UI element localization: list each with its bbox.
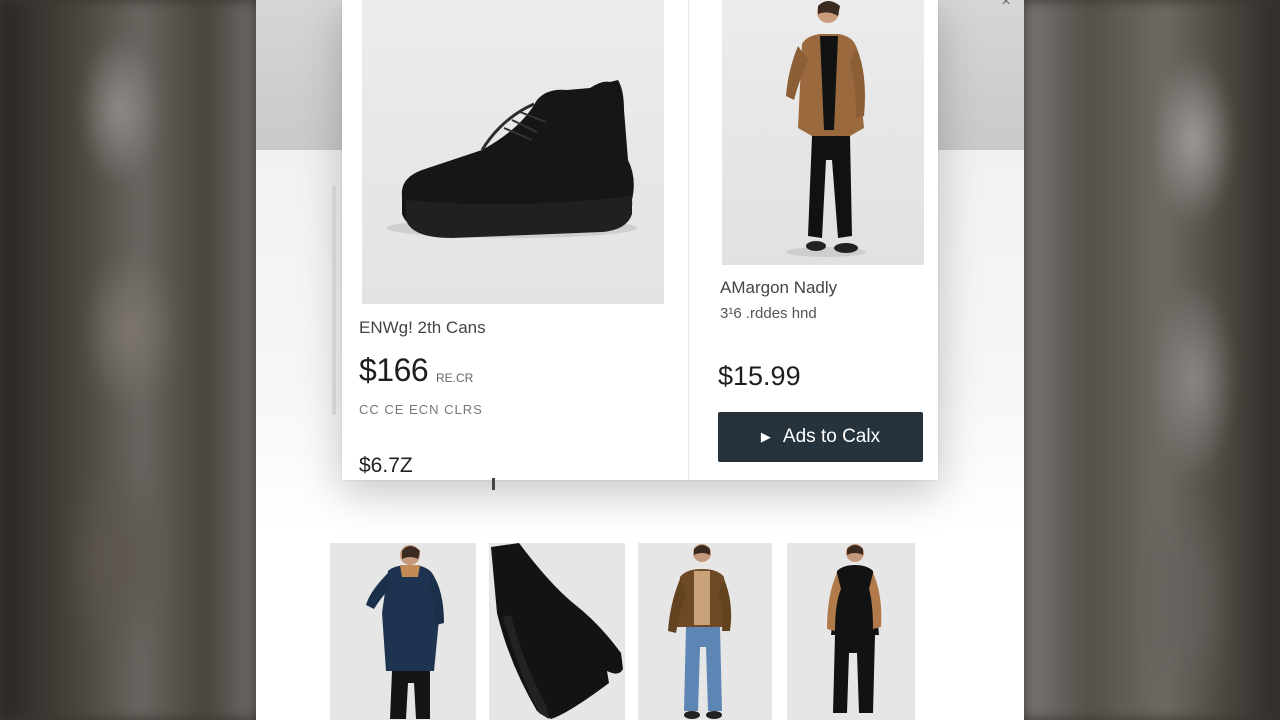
product-meta: 3¹6 .rddes hnd xyxy=(720,305,817,322)
model-photo-icon xyxy=(827,544,882,713)
add-to-cart-label: Ads to Calx xyxy=(782,426,881,447)
product-card-jacket[interactable]: AMargon Nadly 3¹6 .rddes hnd $15.99 ▶ Ad… xyxy=(689,0,938,480)
blurred-background-left xyxy=(0,0,256,720)
product-image-model[interactable] xyxy=(722,0,924,265)
close-icon[interactable]: × xyxy=(998,0,1014,10)
product-name[interactable]: AMargon Nadly xyxy=(720,278,837,298)
add-to-cart-button[interactable]: ▶ Ads to Calx xyxy=(718,412,923,462)
product-image-shoe[interactable] xyxy=(362,0,664,304)
blurred-background-right xyxy=(1024,0,1280,720)
product-tile-black-vest[interactable] xyxy=(787,543,915,720)
product-name[interactable]: ENWg! 2th Cans xyxy=(359,318,486,338)
product-tile-black-shoe[interactable] xyxy=(489,543,625,720)
product-card-shoe[interactable]: ENWg! 2th Cans $166 RE.CR CC CE ECN CLRS… xyxy=(342,0,688,480)
product-meta: CC CE ECN CLRS xyxy=(359,402,483,417)
model-photo-icon xyxy=(786,1,866,257)
play-icon: ▶ xyxy=(760,429,771,444)
product-price: $166 xyxy=(359,352,429,388)
text-cursor xyxy=(492,478,495,490)
model-photo-icon xyxy=(668,544,732,719)
shoe-icon xyxy=(387,80,637,238)
product-tile-navy-coat[interactable] xyxy=(330,543,476,720)
old-price: $6.7Z xyxy=(359,454,413,477)
shoe-icon xyxy=(491,543,623,719)
product-tile-brown-jacket[interactable] xyxy=(638,543,772,720)
quick-view-popup: ENWg! 2th Cans $166 RE.CR CC CE ECN CLRS… xyxy=(342,0,938,480)
model-photo-icon xyxy=(366,545,444,719)
background-divider xyxy=(332,185,336,415)
product-price: $15.99 xyxy=(718,361,801,391)
price-suffix: RE.CR xyxy=(436,371,474,385)
